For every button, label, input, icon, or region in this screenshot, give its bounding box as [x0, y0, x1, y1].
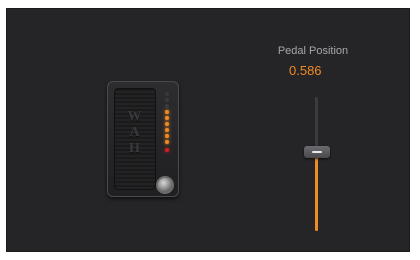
led-indicator: [165, 98, 169, 102]
led-indicator: [165, 134, 169, 138]
footswitch-icon[interactable]: [156, 176, 174, 194]
pedal-rocker[interactable]: WAH: [114, 88, 156, 190]
slider-thumb[interactable]: [304, 146, 330, 159]
wah-pedal[interactable]: WAH: [107, 81, 179, 197]
parameter-label: Pedal Position: [277, 45, 349, 57]
led-meter: [162, 92, 172, 152]
led-indicator: [165, 122, 169, 126]
pedal-wordmark: WAH: [115, 109, 155, 157]
led-indicator: [165, 128, 169, 132]
wordmark-letter: H: [129, 141, 141, 156]
slider-fill: [315, 152, 318, 231]
led-indicator: [165, 116, 169, 120]
active-led-indicator: [165, 148, 169, 152]
wordmark-letter: A: [129, 125, 141, 140]
led-indicator: [165, 140, 169, 144]
led-indicator: [165, 104, 169, 108]
plugin-panel: WAH Pedal Position 0.586: [6, 8, 410, 252]
led-indicator: [165, 110, 169, 114]
parameter-value[interactable]: 0.586: [289, 63, 322, 78]
wordmark-letter: W: [127, 109, 143, 124]
led-indicator: [165, 92, 169, 96]
